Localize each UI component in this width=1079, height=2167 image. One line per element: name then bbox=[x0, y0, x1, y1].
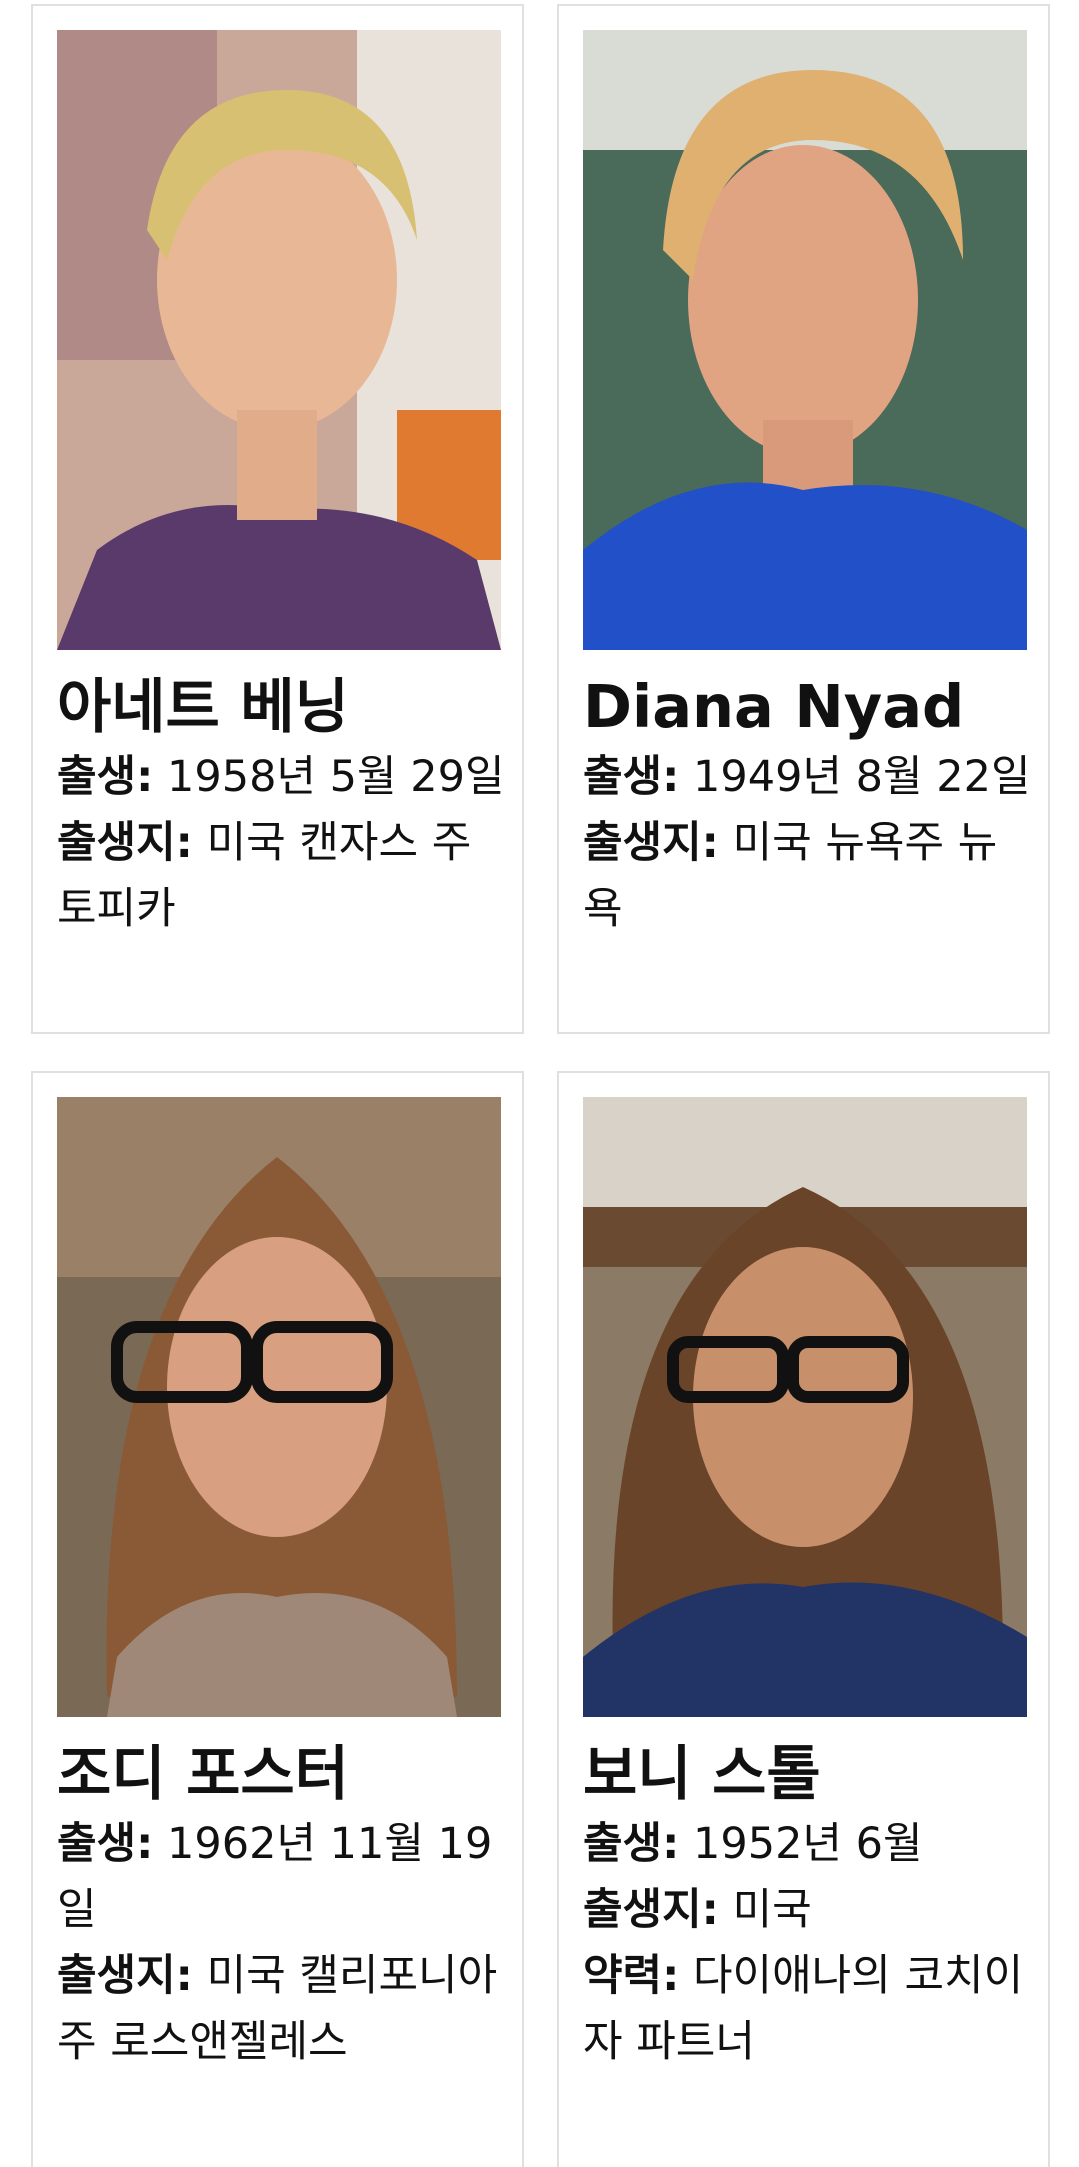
field-value: 미국 bbox=[732, 1885, 812, 1935]
portrait-image bbox=[583, 1097, 1027, 1717]
birth-field: 출생: 1949년 8월 22일 bbox=[583, 744, 1033, 810]
field-label: 출생지: bbox=[583, 818, 719, 868]
person-info: 조디 포스터 출생: 1962년 11월 19일 출생지: 미국 캘리포니아 주… bbox=[57, 1739, 507, 2075]
bio-field: 약력: 다이애나의 코치이자 파트너 bbox=[583, 1943, 1033, 2075]
people-grid: 아네트 베닝 출생: 1958년 5월 29일 출생지: 미국 캔자스 주 토피… bbox=[0, 0, 1079, 2167]
person-info: Diana Nyad 출생: 1949년 8월 22일 출생지: 미국 뉴욕주 … bbox=[583, 672, 1033, 942]
person-name: 아네트 베닝 bbox=[57, 672, 349, 741]
person-card-diana-nyad[interactable]: Diana Nyad 출생: 1949년 8월 22일 출생지: 미국 뉴욕주 … bbox=[557, 4, 1050, 1034]
person-name: 보니 스톨 bbox=[583, 1739, 821, 1808]
person-photo bbox=[57, 30, 501, 650]
birth-field: 출생: 1958년 5월 29일 bbox=[57, 744, 507, 810]
portrait-image bbox=[583, 30, 1027, 650]
person-card-bonnie-stoll[interactable]: 보니 스톨 출생: 1952년 6월 출생지: 미국 약력: 다이애나의 코치이… bbox=[557, 1071, 1050, 2167]
field-label: 출생: bbox=[583, 1819, 680, 1869]
person-info: 아네트 베닝 출생: 1958년 5월 29일 출생지: 미국 캔자스 주 토피… bbox=[57, 672, 507, 942]
birth-field: 출생: 1952년 6월 bbox=[583, 1811, 1033, 1877]
person-photo bbox=[583, 1097, 1027, 1717]
field-label: 출생지: bbox=[583, 1885, 719, 1935]
person-name: Diana Nyad bbox=[583, 672, 965, 741]
field-label: 약력: bbox=[583, 1951, 680, 2001]
birthplace-field: 출생지: 미국 캘리포니아 주 로스앤젤레스 bbox=[57, 1943, 507, 2075]
field-label: 출생: bbox=[57, 1819, 154, 1869]
birth-field: 출생: 1962년 11월 19일 bbox=[57, 1811, 507, 1943]
birthplace-field: 출생지: 미국 뉴욕주 뉴욕 bbox=[583, 810, 1033, 942]
field-label: 출생: bbox=[57, 752, 154, 802]
person-photo bbox=[57, 1097, 501, 1717]
field-value: 1949년 8월 22일 bbox=[693, 752, 1031, 802]
field-label: 출생지: bbox=[57, 1951, 193, 2001]
field-value: 1958년 5월 29일 bbox=[167, 752, 505, 802]
field-label: 출생: bbox=[583, 752, 680, 802]
portrait-image bbox=[57, 30, 501, 650]
birthplace-field: 출생지: 미국 캔자스 주 토피카 bbox=[57, 810, 507, 942]
field-label: 출생지: bbox=[57, 818, 193, 868]
person-card-jodie-foster[interactable]: 조디 포스터 출생: 1962년 11월 19일 출생지: 미국 캘리포니아 주… bbox=[31, 1071, 524, 2167]
field-value: 1952년 6월 bbox=[693, 1819, 923, 1869]
person-card-annette-bening[interactable]: 아네트 베닝 출생: 1958년 5월 29일 출생지: 미국 캔자스 주 토피… bbox=[31, 4, 524, 1034]
person-name: 조디 포스터 bbox=[57, 1739, 349, 1808]
person-info: 보니 스톨 출생: 1952년 6월 출생지: 미국 약력: 다이애나의 코치이… bbox=[583, 1739, 1033, 2075]
birthplace-field: 출생지: 미국 bbox=[583, 1877, 1033, 1943]
portrait-image bbox=[57, 1097, 501, 1717]
person-photo bbox=[583, 30, 1027, 650]
